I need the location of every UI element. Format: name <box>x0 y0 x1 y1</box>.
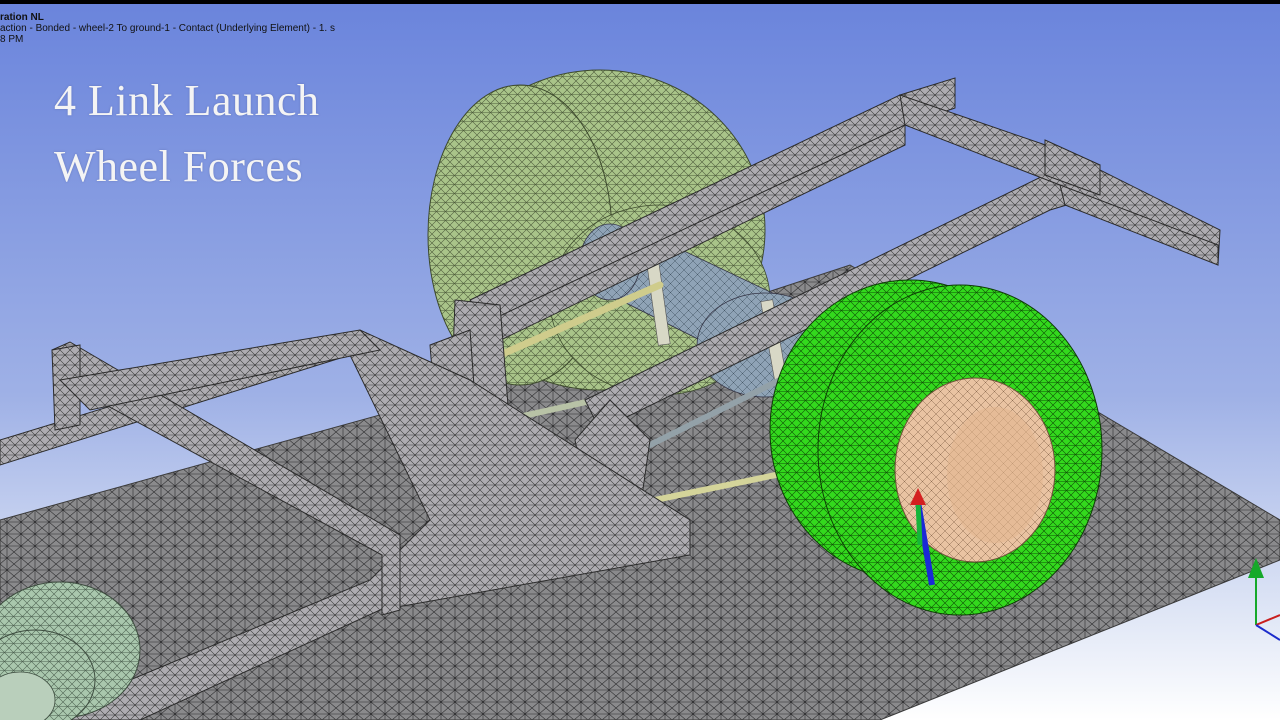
analysis-timestamp: 8 PM <box>0 34 24 45</box>
overlay-caption: 4 Link Launch Wheel Forces <box>54 68 320 200</box>
overlay-line-2: Wheel Forces <box>54 142 304 191</box>
analysis-details: action - Bonded - wheel-2 To ground-1 - … <box>0 23 335 34</box>
overlay-line-1: 4 Link Launch <box>54 76 320 125</box>
analysis-info: ration NL action - Bonded - wheel-2 To g… <box>0 12 335 45</box>
analysis-title: ration NL <box>0 12 44 23</box>
